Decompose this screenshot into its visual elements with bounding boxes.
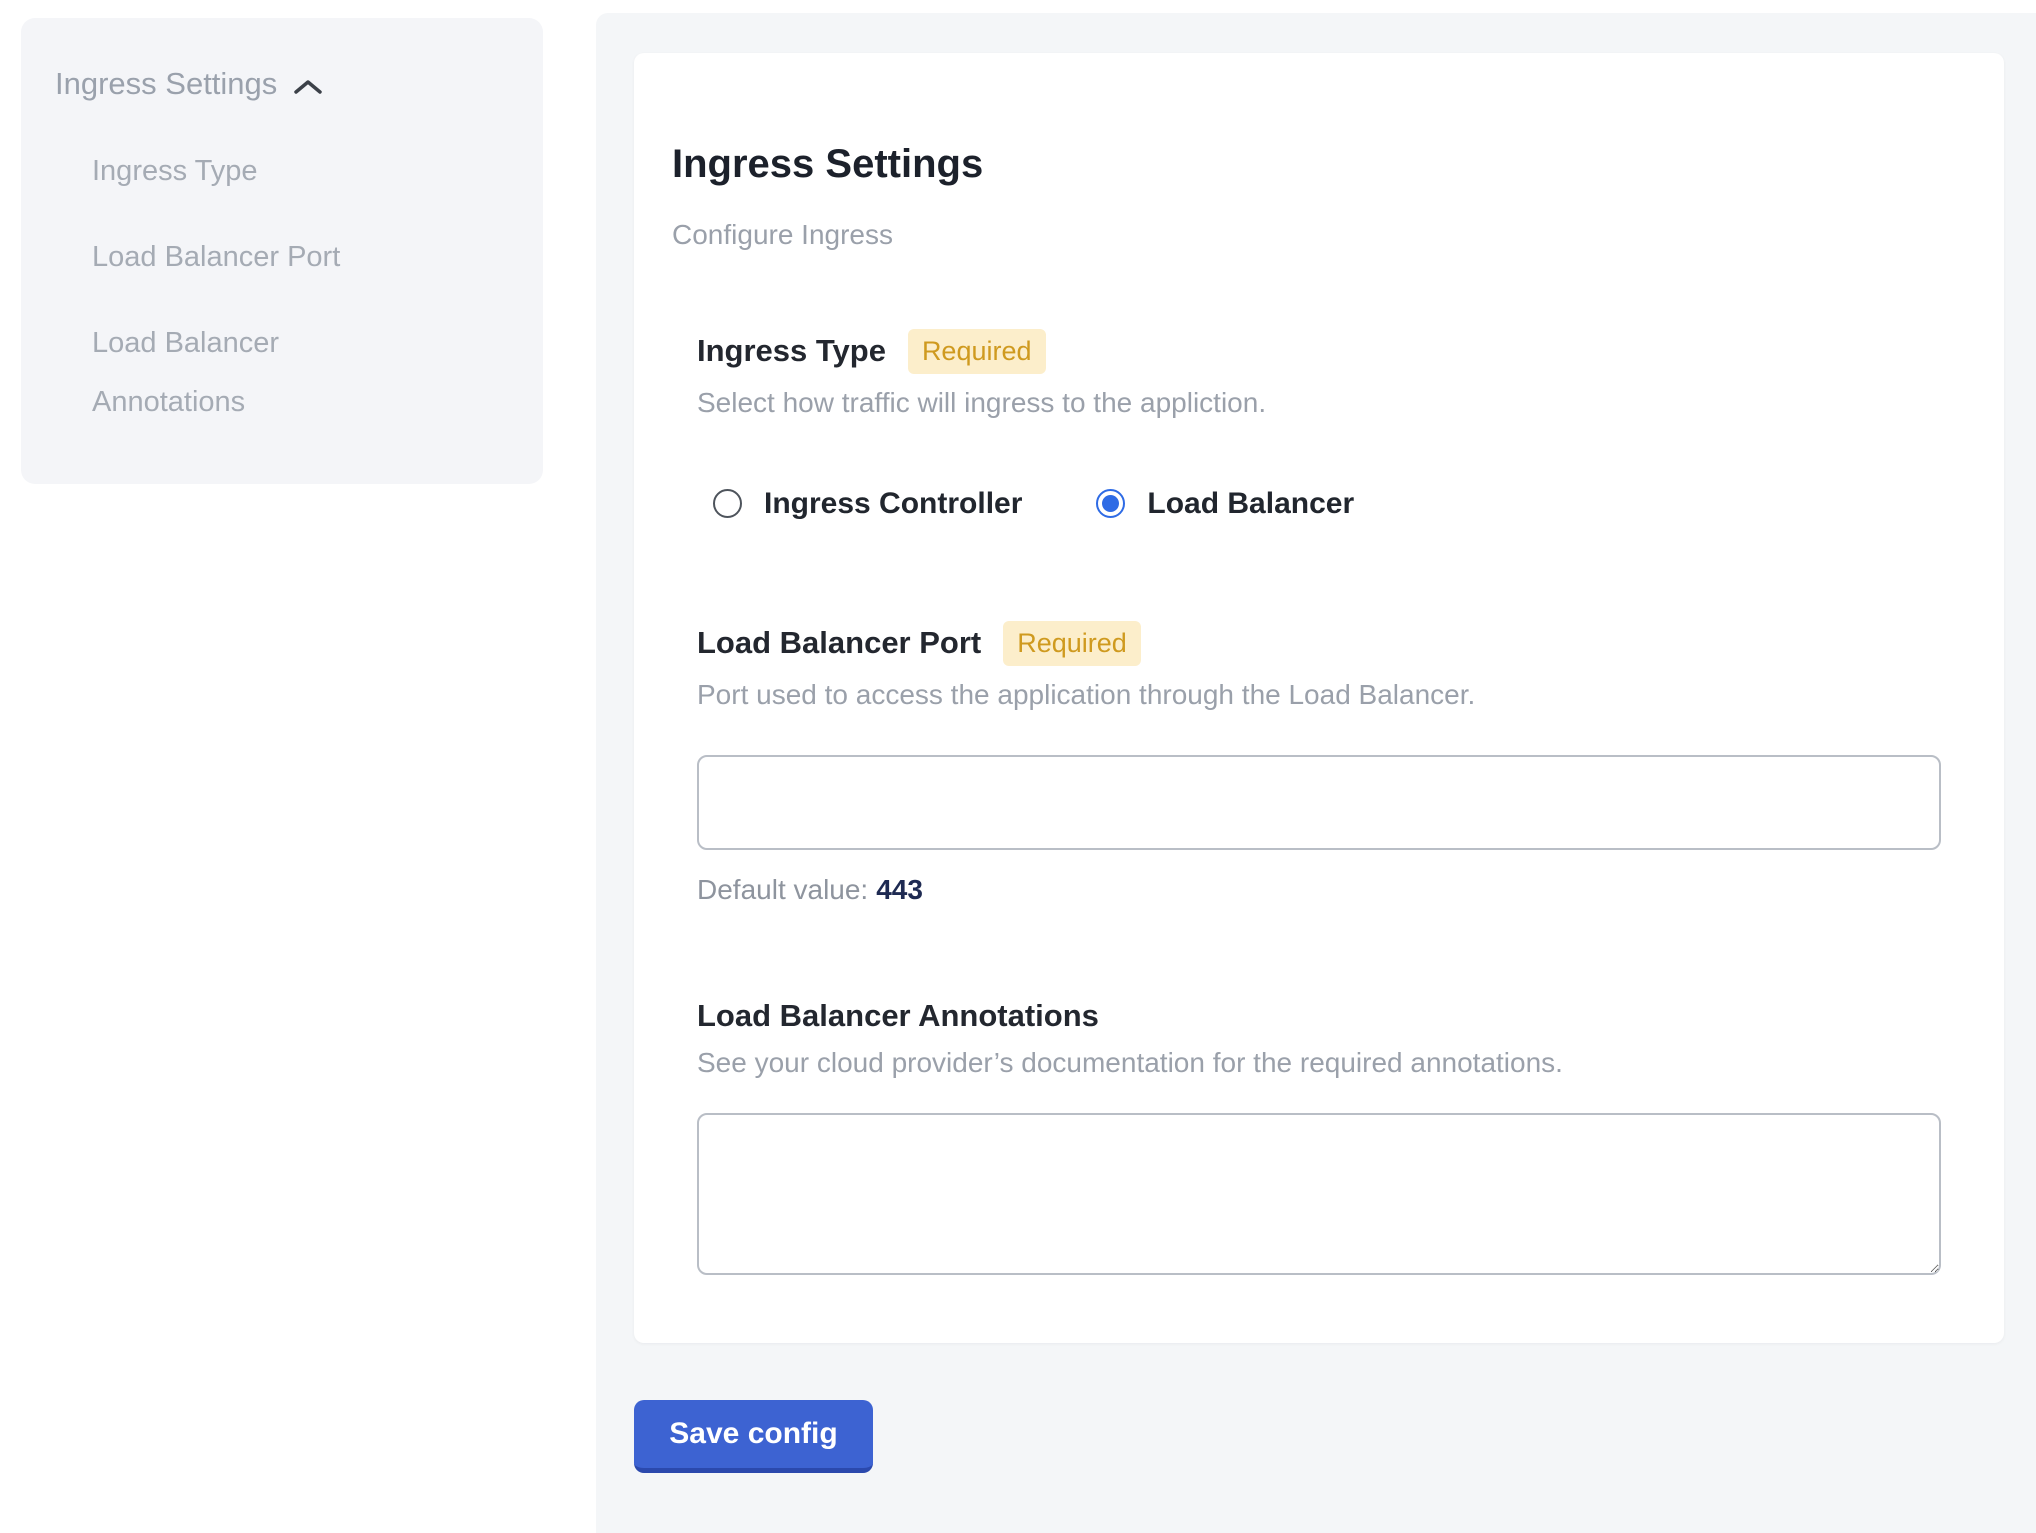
default-value: 443 xyxy=(876,874,923,905)
section-label-row: Load Balancer Port Required xyxy=(697,621,1944,666)
main-panel: Ingress Settings Configure Ingress Ingre… xyxy=(596,13,2036,1533)
radio-option-load-balancer[interactable]: Load Balancer xyxy=(1096,487,1354,521)
save-config-button[interactable]: Save config xyxy=(634,1400,873,1473)
lb-port-input[interactable] xyxy=(697,755,1941,850)
lb-annotations-description: See your cloud provider’s documentation … xyxy=(697,1047,1944,1079)
page: Ingress Settings Ingress Type Load Balan… xyxy=(0,0,2036,1533)
required-badge: Required xyxy=(908,329,1046,374)
ingress-settings-card: Ingress Settings Configure Ingress Ingre… xyxy=(634,53,2004,1343)
sidebar-section-label: Ingress Settings xyxy=(55,64,277,104)
default-value-label: Default value: xyxy=(697,874,868,905)
form-sections: Ingress Type Required Select how traffic… xyxy=(697,329,1944,1275)
sidebar-item-load-balancer-annotations[interactable]: Load Balancer Annotations xyxy=(92,314,437,432)
ingress-type-radio-group: Ingress Controller Load Balancer xyxy=(713,487,1944,521)
section-load-balancer-annotations: Load Balancer Annotations See your cloud… xyxy=(697,998,1944,1275)
radio-label-load-balancer: Load Balancer xyxy=(1147,487,1354,521)
section-label-row: Load Balancer Annotations xyxy=(697,998,1944,1034)
sidebar-item-list: Ingress Type Load Balancer Port Load Bal… xyxy=(92,142,509,432)
page-title: Ingress Settings xyxy=(672,142,1944,187)
required-badge: Required xyxy=(1003,621,1141,666)
sidebar: Ingress Settings Ingress Type Load Balan… xyxy=(21,18,543,484)
sidebar-item-load-balancer-port[interactable]: Load Balancer Port xyxy=(92,228,437,287)
sidebar-section-toggle[interactable]: Ingress Settings xyxy=(55,62,509,106)
lb-port-description: Port used to access the application thro… xyxy=(697,679,1944,711)
lb-annotations-label: Load Balancer Annotations xyxy=(697,998,1099,1034)
left-column: Ingress Settings Ingress Type Load Balan… xyxy=(0,0,596,1533)
ingress-type-label: Ingress Type xyxy=(697,333,886,369)
section-load-balancer-port: Load Balancer Port Required Port used to… xyxy=(697,621,1944,906)
sidebar-item-ingress-type[interactable]: Ingress Type xyxy=(92,142,437,201)
ingress-type-description: Select how traffic will ingress to the a… xyxy=(697,387,1944,419)
page-subtitle: Configure Ingress xyxy=(672,219,1944,251)
chevron-up-icon xyxy=(293,66,323,106)
lb-port-label: Load Balancer Port xyxy=(697,625,981,661)
default-value-line: Default value: 443 xyxy=(697,874,1944,906)
radio-unselected-icon xyxy=(713,489,742,518)
lb-annotations-textarea[interactable] xyxy=(697,1113,1941,1275)
radio-label-ingress-controller: Ingress Controller xyxy=(764,487,1022,521)
section-ingress-type: Ingress Type Required Select how traffic… xyxy=(697,329,1944,521)
radio-option-ingress-controller[interactable]: Ingress Controller xyxy=(713,487,1022,521)
section-label-row: Ingress Type Required xyxy=(697,329,1944,374)
radio-selected-icon xyxy=(1096,489,1125,518)
